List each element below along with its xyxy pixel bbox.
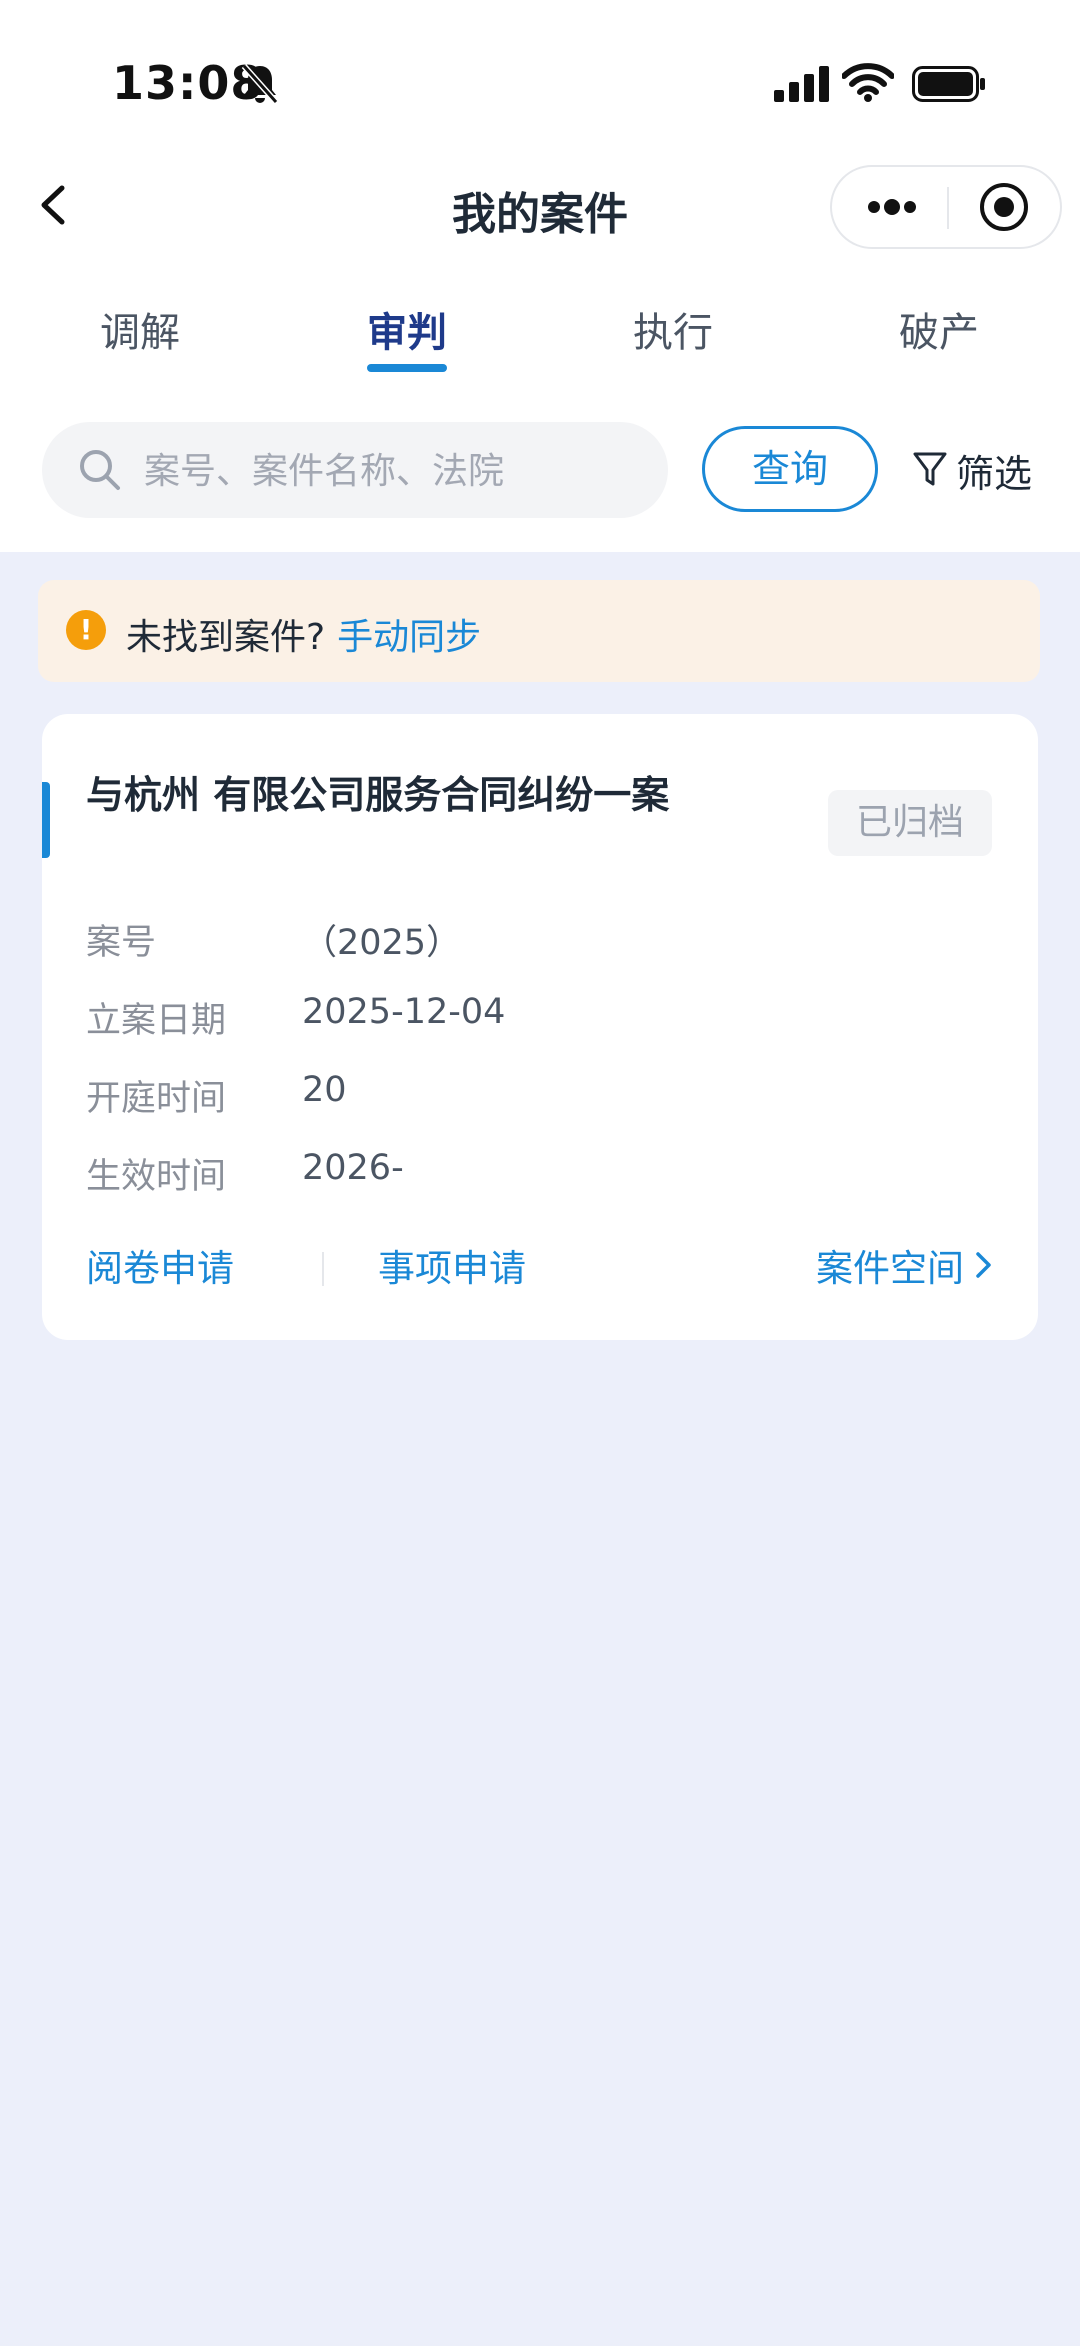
effective-time-value: 2026-	[302, 1148, 404, 1188]
case-card[interactable]: 与杭州 有限公司服务合同纠纷一案 已归档 案号 （2025） 立案日期 2025…	[42, 714, 1038, 1340]
wifi-icon	[842, 63, 894, 102]
status-badge: 已归档	[828, 790, 992, 856]
search-input[interactable]	[142, 442, 646, 500]
card-accent-bar	[42, 782, 50, 858]
query-button[interactable]: 查询	[702, 426, 878, 512]
tab-mediation[interactable]: 调解	[70, 300, 210, 358]
sync-notice: ! 未找到案件? 手动同步	[38, 580, 1040, 682]
tab-trial[interactable]: 审判	[337, 300, 477, 358]
filing-date-value: 2025-12-04	[302, 992, 506, 1032]
notice-text: 未找到案件? 手动同步	[126, 608, 481, 660]
case-number-label: 案号	[86, 923, 157, 963]
action-divider	[322, 1252, 324, 1286]
filter-button[interactable]: 筛选	[912, 440, 1032, 500]
notice-message: 未找到案件?	[126, 617, 326, 658]
filter-label: 筛选	[956, 451, 1033, 496]
warning-icon: !	[66, 610, 106, 650]
review-application-link[interactable]: 阅卷申请	[86, 1238, 234, 1292]
bell-off-icon	[241, 64, 279, 104]
case-title: 与杭州 有限公司服务合同纠纷一案	[86, 773, 670, 817]
search-box	[42, 422, 668, 518]
effective-time-label: 生效时间	[86, 1157, 227, 1197]
active-tab-indicator	[367, 364, 447, 372]
tab-execution[interactable]: 执行	[603, 300, 743, 358]
filing-date-label: 立案日期	[86, 1001, 227, 1041]
case-space-link[interactable]: 案件空间	[816, 1238, 996, 1292]
signal-icon	[774, 66, 829, 102]
mini-program-capsule	[830, 165, 1062, 249]
hearing-time-value: 20	[302, 1070, 347, 1110]
case-actions: 阅卷申请 事项申请 案件空间	[86, 1238, 996, 1298]
case-space-label: 案件空间	[816, 1247, 964, 1290]
hearing-time-label: 开庭时间	[86, 1079, 227, 1119]
manual-sync-link[interactable]: 手动同步	[337, 617, 481, 658]
filter-icon	[913, 452, 947, 486]
target-icon[interactable]	[978, 181, 1030, 233]
case-number-value: （2025）	[302, 923, 462, 963]
tab-bankruptcy[interactable]: 破产	[869, 300, 1009, 358]
search-icon	[80, 450, 120, 490]
more-dots-icon[interactable]	[862, 187, 922, 227]
chevron-right-icon	[976, 1252, 991, 1278]
matters-application-link[interactable]: 事项申请	[378, 1238, 526, 1292]
capsule-divider	[947, 187, 949, 229]
battery-icon	[912, 66, 985, 102]
